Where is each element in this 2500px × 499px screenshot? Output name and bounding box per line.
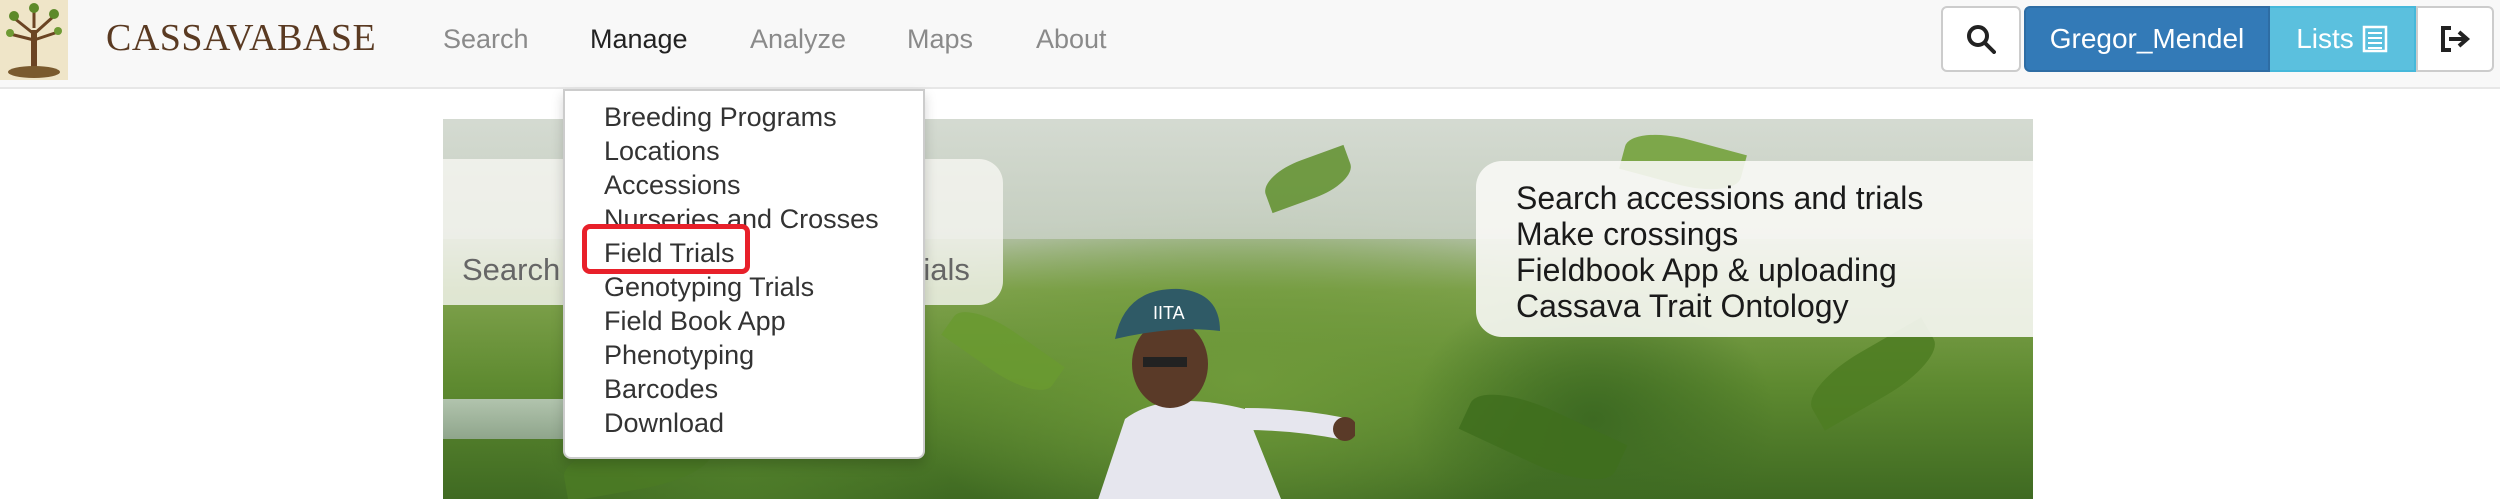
- menu-item-field-book-app[interactable]: Field Book App: [604, 304, 786, 338]
- menu-item-accessions[interactable]: Accessions: [604, 168, 741, 202]
- leaf-decoration: [1458, 377, 1628, 497]
- search-button[interactable]: [1941, 6, 2021, 72]
- menu-item-genotyping-trials[interactable]: Genotyping Trials: [604, 270, 814, 304]
- logout-icon: [2441, 26, 2471, 52]
- manage-dropdown-menu: Breeding Programs Locations Accessions N…: [563, 89, 925, 459]
- nav-about[interactable]: About: [1036, 20, 1107, 58]
- info-line-fieldbook[interactable]: Fieldbook App & uploading: [1516, 252, 1897, 288]
- nav-search[interactable]: Search: [443, 20, 529, 58]
- nav-maps[interactable]: Maps: [907, 20, 973, 58]
- menu-item-download[interactable]: Download: [604, 406, 724, 440]
- user-button[interactable]: Gregor_Mendel: [2024, 6, 2270, 72]
- hero-search-label[interactable]: Search: [462, 250, 560, 290]
- info-line-crossings[interactable]: Make crossings: [1516, 216, 1738, 252]
- list-icon: [2362, 25, 2388, 53]
- menu-item-barcodes[interactable]: Barcodes: [604, 372, 718, 406]
- info-line-search[interactable]: Search accessions and trials: [1516, 180, 1923, 216]
- lists-button[interactable]: Lists: [2270, 6, 2416, 72]
- menu-item-phenotyping[interactable]: Phenotyping: [604, 338, 754, 372]
- logout-button[interactable]: [2416, 6, 2494, 72]
- info-line-ontology[interactable]: Cassava Trait Ontology: [1516, 288, 1849, 324]
- menu-item-locations[interactable]: Locations: [604, 134, 720, 168]
- nav-analyze[interactable]: Analyze: [750, 20, 846, 58]
- search-icon: [1967, 25, 1996, 54]
- menu-item-breeding-programs[interactable]: Breeding Programs: [604, 100, 837, 134]
- cassava-tree-logo[interactable]: [0, 0, 68, 80]
- lists-label: Lists: [2296, 23, 2354, 54]
- brand-name[interactable]: CASSAVABASE: [106, 14, 376, 62]
- researcher-photo: IITA: [1098, 288, 1355, 499]
- hat-logo-text: IITA: [1153, 303, 1185, 323]
- field-trials-highlight: [582, 224, 750, 274]
- leaf-decoration: [941, 298, 1065, 404]
- nav-manage[interactable]: Manage: [590, 20, 688, 58]
- navbar: CASSAVABASE Search Manage Analyze Maps A…: [0, 0, 2500, 89]
